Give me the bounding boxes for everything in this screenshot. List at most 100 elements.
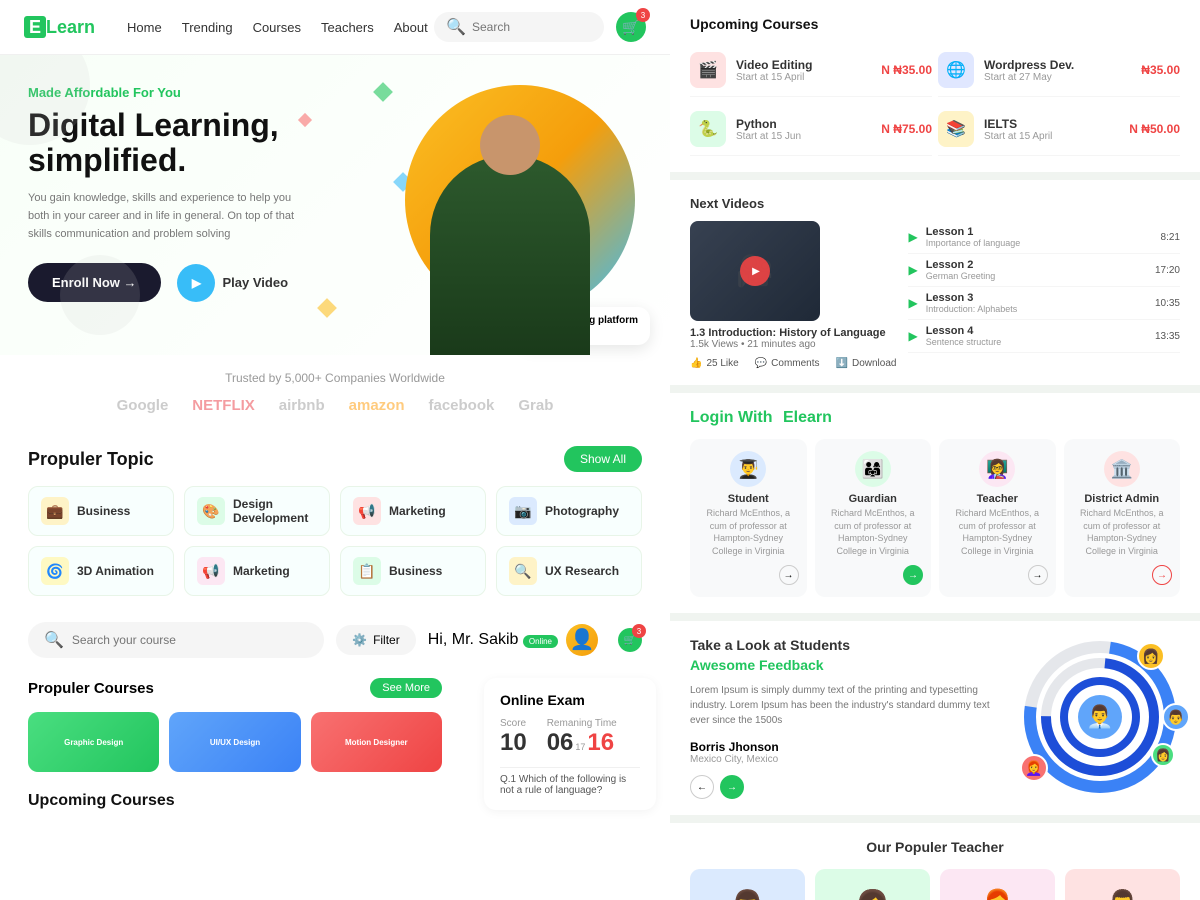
cart-button[interactable]: 🛒 3 xyxy=(616,12,646,42)
student-arrow[interactable]: → xyxy=(779,565,799,585)
teachers-grid: 👨 Jonson Roy UI/UX Designer f t in ig 👩 … xyxy=(690,869,1180,900)
topic-business[interactable]: 💼 Business xyxy=(28,486,174,536)
course-ux-design[interactable]: UI/UX Design xyxy=(169,712,300,772)
feedback-subtitle: Awesome Feedback xyxy=(690,657,1004,673)
nav-teachers[interactable]: Teachers xyxy=(321,20,374,35)
nav-search-input[interactable] xyxy=(472,20,592,34)
upcoming-course-ielts[interactable]: 📚 IELTS Start at 15 April N ₦50.00 xyxy=(938,103,1180,156)
teacher-jonson[interactable]: 👨 Jonson Roy UI/UX Designer f t in ig xyxy=(690,869,805,900)
video-title: 1.3 Introduction: History of Language xyxy=(690,327,896,339)
play-label: Play Video xyxy=(223,275,289,290)
upcoming-course-python[interactable]: 🐍 Python Start at 15 Jun N ₦75.00 xyxy=(690,103,932,156)
topic-photography[interactable]: 📷 Photography xyxy=(496,486,642,536)
lesson-1-duration: 8:21 xyxy=(1161,232,1180,243)
video-thumbnail[interactable]: 🎥 ▶ xyxy=(690,221,820,321)
student-name: Richard McEnthos, a cum of professor at … xyxy=(698,507,799,557)
lesson-4-sub: Sentence structure xyxy=(926,337,1147,347)
exam-stats: Score 10 Remaning Time 06 17 16 xyxy=(500,718,640,757)
topic-photography-icon: 📷 xyxy=(509,497,537,525)
nav-trending[interactable]: Trending xyxy=(182,20,233,35)
course-graphic-design[interactable]: Graphic Design xyxy=(28,712,159,772)
teacher-mac-photo: 👨‍🦱 xyxy=(1065,869,1180,900)
login-teacher[interactable]: 👩‍🏫 Teacher Richard McEnthos, a cum of p… xyxy=(939,439,1056,597)
topic-ux[interactable]: 🔍 UX Research xyxy=(496,546,642,596)
upcoming-course-wp[interactable]: 🌐 Wordpress Dev. Start at 27 May ₦35.00 xyxy=(938,44,1180,97)
upcoming-courses-label: Upcoming Courses xyxy=(0,782,470,810)
teacher-borris[interactable]: 👩 Borris Mac Digital Marketer f t in ig xyxy=(815,869,930,900)
play-overlay[interactable]: ▶ xyxy=(740,256,770,286)
login-admin[interactable]: 🏛️ District Admin Richard McEnthos, a cu… xyxy=(1064,439,1181,597)
nav-about[interactable]: About xyxy=(394,20,428,35)
topic-3d[interactable]: 🌀 3D Animation xyxy=(28,546,174,596)
topics-section: Propuler Topic Show All 💼 Business 🎨 Des… xyxy=(0,430,670,612)
topic-marketing2-icon: 📢 xyxy=(197,557,225,585)
nav-home[interactable]: Home xyxy=(127,20,162,35)
topic-marketing2[interactable]: 📢 Marketing xyxy=(184,546,330,596)
guardian-role: Guardian xyxy=(823,493,924,505)
wp-date: Start at 27 May xyxy=(984,72,1131,83)
python-name: Python xyxy=(736,117,871,131)
teacher-jons[interactable]: 👩‍🦰 Jons Marry Business Developer f t in… xyxy=(940,869,1055,900)
topics-grid: 💼 Business 🎨 Design Development 📢 Market… xyxy=(28,486,642,596)
filter-button[interactable]: ⚙️ Filter xyxy=(336,625,416,655)
guardian-name: Richard McEnthos, a cum of professor at … xyxy=(823,507,924,557)
user-avatar: 👤 xyxy=(566,624,598,656)
topic-ux-icon: 🔍 xyxy=(509,557,537,585)
admin-role: District Admin xyxy=(1072,493,1173,505)
login-student[interactable]: 👨‍🎓 Student Richard McEnthos, a cum of p… xyxy=(690,439,807,597)
play-overlay-icon: ▶ xyxy=(752,266,760,277)
video-editing-name: Video Editing xyxy=(736,58,871,72)
exam-section: Online Exam Score 10 Remaning Time 06 17 xyxy=(470,668,670,820)
login-guardian[interactable]: 👨‍👩‍👧 Guardian Richard McEnthos, a cum o… xyxy=(815,439,932,597)
download-button[interactable]: ⬇️ Download xyxy=(836,358,897,369)
feedback-prev[interactable]: ← xyxy=(690,775,714,799)
topic-business2[interactable]: 📋 Business xyxy=(340,546,486,596)
ielts-icon: 📚 xyxy=(938,111,974,147)
courses-title: Propuler Courses xyxy=(28,680,154,697)
lesson-2-title: Lesson 2 xyxy=(926,259,1147,271)
python-price: N ₦75.00 xyxy=(881,122,932,136)
next-videos-title: Next Videos xyxy=(690,196,1180,211)
comments-button[interactable]: 💬 Comments xyxy=(755,358,820,369)
course-motion[interactable]: Motion Designer xyxy=(311,712,442,772)
search-cart[interactable]: 🛒 3 xyxy=(618,628,642,652)
admin-arrow[interactable]: → xyxy=(1152,565,1172,585)
exam-time-sec: 16 xyxy=(587,729,614,757)
next-videos-section: Next Videos 🎥 ▶ 1.3 Introduction: Histor… xyxy=(670,180,1200,385)
teacher-mac[interactable]: 👨‍🦱 Mac Jonson Visual Designer f t in ig xyxy=(1065,869,1180,900)
topic-design[interactable]: 🎨 Design Development xyxy=(184,486,330,536)
topic-marketing-label: Marketing xyxy=(389,504,446,518)
like-button[interactable]: 👍 25 Like xyxy=(690,358,739,369)
download-icon: ⬇️ xyxy=(836,358,848,369)
nav-courses[interactable]: Courses xyxy=(253,20,301,35)
lesson-1-title: Lesson 1 xyxy=(926,226,1153,238)
chart-center-avatar: 👨‍💼 xyxy=(1078,695,1122,739)
search-icon: 🔍 xyxy=(446,17,466,37)
play-video-button[interactable]: ▶ Play Video xyxy=(177,264,289,302)
python-icon: 🐍 xyxy=(690,111,726,147)
nav-search: 🔍 xyxy=(434,12,604,42)
upcoming-course-video[interactable]: 🎬 Video Editing Start at 15 April N ₦35.… xyxy=(690,44,932,97)
exam-time-sep: 17 xyxy=(575,742,585,752)
login-title-text: Login With xyxy=(690,409,773,426)
topic-marketing[interactable]: 📢 Marketing xyxy=(340,486,486,536)
guardian-arrow[interactable]: → xyxy=(903,565,923,585)
brand-facebook: facebook xyxy=(429,397,495,414)
course-search-input[interactable] xyxy=(72,633,308,647)
logo-e: E xyxy=(24,16,46,38)
show-all-button[interactable]: Show All xyxy=(564,446,642,472)
lesson-4[interactable]: ▶ Lesson 4 Sentence structure 13:35 xyxy=(908,320,1180,353)
teacher-arrow[interactable]: → xyxy=(1028,565,1048,585)
lesson-2-sub: German Greeting xyxy=(926,271,1147,281)
lesson-2[interactable]: ▶ Lesson 2 German Greeting 17:20 xyxy=(908,254,1180,287)
feedback-next[interactable]: → xyxy=(720,775,744,799)
video-inner: 🎥 ▶ 1.3 Introduction: History of Languag… xyxy=(690,221,1180,369)
exam-title: Online Exam xyxy=(500,692,640,708)
lesson-1[interactable]: ▶ Lesson 1 Importance of language 8:21 xyxy=(908,221,1180,254)
lesson-3[interactable]: ▶ Lesson 3 Introduction: Alphabets 10:35 xyxy=(908,287,1180,320)
course-ux-label: UI/UX Design xyxy=(206,734,264,751)
lesson-4-play-icon: ▶ xyxy=(908,329,917,343)
courses-header: Propuler Courses See More xyxy=(28,678,442,698)
see-more-button[interactable]: See More xyxy=(370,678,442,698)
video-left: 🎥 ▶ 1.3 Introduction: History of Languag… xyxy=(690,221,896,369)
